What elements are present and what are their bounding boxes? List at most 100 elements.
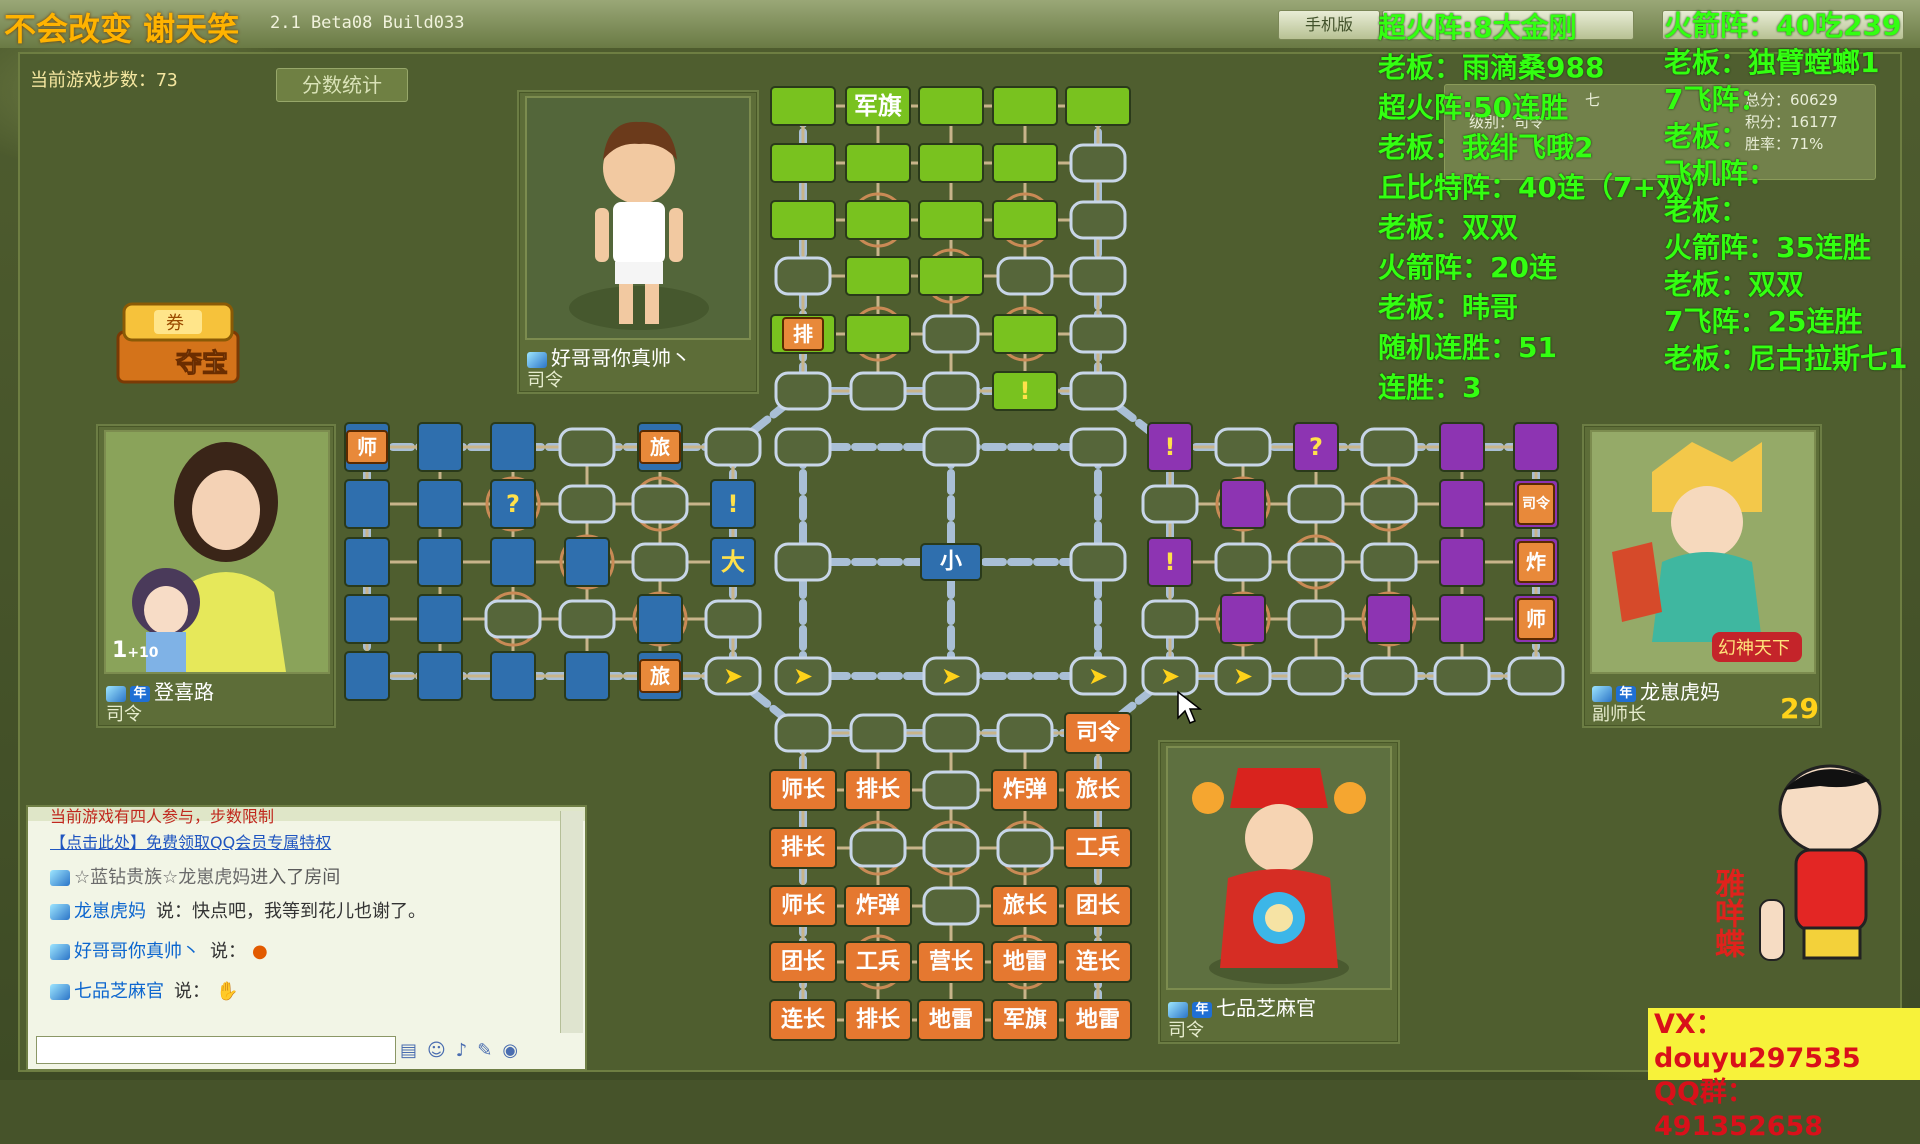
empty-slot — [1287, 484, 1345, 524]
purple-revealed-label: 师 — [1526, 607, 1546, 631]
speaker-icon[interactable]: ♪ — [456, 1040, 468, 1061]
orange-piece-label: 排长 — [781, 836, 826, 861]
purple-mark-label: ? — [1309, 433, 1323, 461]
empty-slot — [1287, 599, 1345, 639]
green-mark-label: ! — [1020, 377, 1031, 405]
empty-slot — [922, 770, 980, 810]
blue-piece — [417, 651, 463, 701]
empty-slot — [1287, 542, 1345, 582]
globe-icon[interactable]: ◉ — [502, 1040, 518, 1061]
empty-slot — [1069, 256, 1127, 296]
empty-slot — [1507, 656, 1565, 696]
empty-slot — [1214, 427, 1272, 467]
green-piece — [918, 200, 984, 240]
empty-slot — [1141, 599, 1199, 639]
empty-slot — [704, 599, 762, 639]
green-piece — [770, 143, 836, 183]
blue-piece — [344, 479, 390, 529]
purple-piece — [1439, 479, 1485, 529]
green-piece — [1065, 86, 1131, 126]
chat-scrollbar[interactable] — [560, 811, 583, 1033]
blue-piece — [344, 594, 390, 644]
orange-piece-label: 地雷 — [1003, 950, 1047, 975]
purple-mark-label: ! — [1165, 433, 1176, 461]
orange-piece-label: 炸弹 — [1003, 777, 1047, 803]
empty-slot — [1360, 427, 1418, 467]
shinchan-sticker: 雅咩蝶 — [1700, 750, 1910, 1000]
empty-slot — [922, 886, 980, 926]
purple-piece — [1220, 594, 1266, 644]
contact-vx: VX：douyu297535 — [1654, 1009, 1861, 1074]
chat-message: ☆蓝钻贵族☆龙崽虎妈进入了房间 — [50, 863, 340, 889]
blue-piece — [490, 422, 536, 472]
empty-slot — [1360, 484, 1418, 524]
empty-slot — [996, 828, 1054, 868]
blue-piece — [490, 651, 536, 701]
empty-slot — [1287, 656, 1345, 696]
orange-piece-label: 旅长 — [1003, 893, 1048, 919]
purple-revealed-label: 炸 — [1526, 550, 1546, 574]
empty-slot — [774, 371, 832, 411]
empty-slot — [849, 828, 907, 868]
blue-diamond-icon — [50, 944, 70, 960]
sticker-text: 雅咩蝶 — [1709, 868, 1744, 958]
chat-promo-link[interactable]: 【点击此处】免费领取QQ会员专属特权 — [50, 829, 331, 853]
empty-slot — [631, 484, 689, 524]
empty-slot — [774, 713, 832, 753]
empty-slot — [996, 256, 1054, 296]
overlay-line: 老板： — [1664, 120, 1749, 153]
overlay-line: 连胜：3 — [1378, 371, 1482, 404]
blue-piece — [417, 594, 463, 644]
penguin-emoji-icon: ● — [252, 941, 268, 962]
chat-bubble-icon[interactable]: ▤ — [400, 1040, 417, 1061]
tool-icon[interactable]: ✎ — [477, 1040, 492, 1061]
overlay-line: 老板： — [1664, 194, 1749, 227]
arrow-marker: ➤ — [793, 662, 813, 690]
overlay-line: 丘比特阵：40连（7+双） — [1378, 171, 1712, 204]
empty-slot — [484, 599, 542, 639]
green-piece — [992, 143, 1058, 183]
green-piece — [845, 256, 911, 296]
orange-piece-label: 地雷 — [929, 1008, 973, 1033]
empty-slot — [774, 427, 832, 467]
arrow-marker: ➤ — [1088, 662, 1108, 690]
purple-piece — [1513, 422, 1559, 472]
chat-header-text: 当前游戏有四人参与，步数限制 — [50, 807, 275, 826]
orange-piece-label: 师长 — [781, 777, 826, 803]
blue-piece — [490, 537, 536, 587]
chat-message: 好哥哥你真帅丶 说： ● — [50, 937, 268, 963]
blue-piece — [637, 594, 683, 644]
blue-mark-label: ? — [506, 490, 520, 518]
blue-revealed-label: 旅 — [650, 435, 670, 459]
empty-slot — [849, 713, 907, 753]
purple-mark-label: ! — [1165, 548, 1176, 576]
overlay-line: 老板：我绯飞哦2 — [1378, 131, 1594, 164]
empty-slot — [558, 599, 616, 639]
green-revealed-label: 排 — [793, 322, 813, 346]
empty-slot — [1069, 371, 1127, 411]
overlay-line: 超火阵:8大金刚 — [1378, 11, 1577, 44]
overlay-line: 7飞阵：25连胜 — [1664, 305, 1863, 338]
empty-slot — [774, 256, 832, 296]
emoji-icon[interactable]: ☺ — [427, 1040, 446, 1061]
green-piece — [770, 200, 836, 240]
empty-slot — [1360, 656, 1418, 696]
green-piece — [845, 143, 911, 183]
chat-input[interactable] — [36, 1036, 396, 1064]
blue-mark-label: 大 — [721, 548, 745, 576]
empty-slot — [558, 427, 616, 467]
empty-slot — [1069, 427, 1127, 467]
empty-slot — [558, 484, 616, 524]
green-piece — [918, 86, 984, 126]
blue-diamond-icon — [50, 870, 70, 886]
overlay-line: 7飞阵： — [1664, 83, 1768, 116]
blue-piece — [417, 479, 463, 529]
overlay-line: 超火阵:50连胜 — [1378, 91, 1569, 124]
overlay-line: 老板：雨滴桑988 — [1378, 51, 1605, 84]
chat-message: 龙崽虎妈 说：快点吧，我等到花儿也谢了。 — [50, 897, 426, 923]
green-piece — [770, 86, 836, 126]
green-piece — [992, 314, 1058, 354]
orange-piece-label: 连长 — [1076, 949, 1121, 975]
empty-slot — [1069, 143, 1127, 183]
overlay-line: 随机连胜：51 — [1378, 331, 1557, 364]
